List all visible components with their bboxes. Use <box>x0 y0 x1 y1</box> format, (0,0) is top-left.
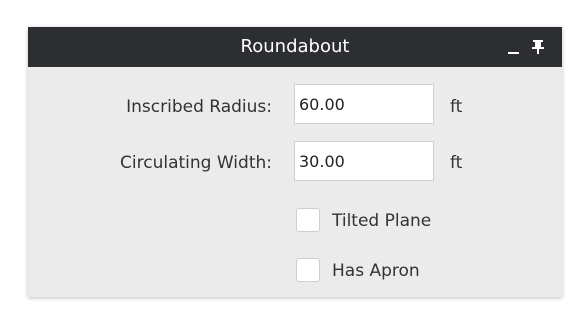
tilted-plane-label: Tilted Plane <box>332 211 432 231</box>
pin-icon <box>532 40 544 54</box>
pin-button[interactable] <box>528 27 548 67</box>
has-apron-label: Has Apron <box>332 261 420 281</box>
circulating-width-label: Circulating Width: <box>120 153 272 173</box>
stage: Roundabout Inscribed Radius: ft Circulat… <box>0 0 572 314</box>
minimize-icon <box>508 52 519 54</box>
roundabout-panel: Roundabout Inscribed Radius: ft Circulat… <box>28 27 562 297</box>
circulating-width-input[interactable] <box>294 141 434 181</box>
panel-title: Roundabout <box>240 36 350 57</box>
circulating-width-unit: ft <box>450 153 463 173</box>
inscribed-radius-label: Inscribed Radius: <box>126 97 272 117</box>
panel-titlebar[interactable]: Roundabout <box>28 27 562 67</box>
has-apron-checkbox[interactable] <box>296 258 320 282</box>
tilted-plane-checkbox[interactable] <box>296 208 320 232</box>
inscribed-radius-input[interactable] <box>294 84 434 124</box>
inscribed-radius-unit: ft <box>450 97 463 117</box>
minimize-button[interactable] <box>504 27 524 67</box>
